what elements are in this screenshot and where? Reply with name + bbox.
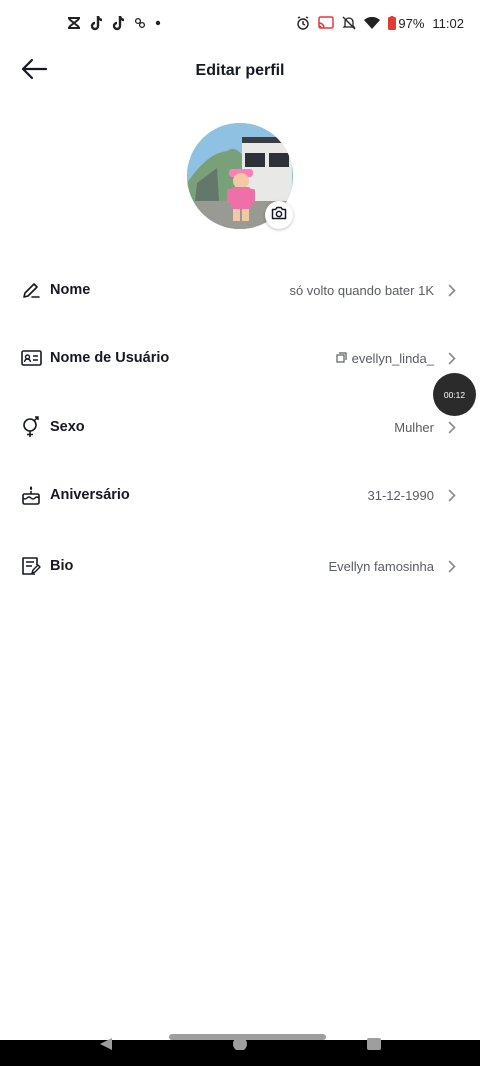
gender-icon <box>20 416 42 438</box>
cast-icon <box>318 16 335 30</box>
arrow-left-icon <box>20 58 48 85</box>
change-photo-button[interactable] <box>265 201 293 229</box>
field-label: Aniversário <box>50 487 130 503</box>
dot-icon <box>154 19 162 27</box>
back-button[interactable] <box>14 54 54 88</box>
field-label: Sexo <box>50 419 85 435</box>
field-row-name[interactable]: Nome só volto quando bater 1K <box>0 262 480 318</box>
chevron-right-icon <box>448 283 458 297</box>
status-bar: 97% 11:02 <box>0 0 480 46</box>
camera-icon <box>271 206 287 225</box>
status-time: 11:02 <box>432 15 464 31</box>
battery-icon: 97% <box>388 16 424 31</box>
field-value: 31-12-1990 <box>367 487 435 503</box>
field-value: evellyn_linda_ <box>351 350 434 366</box>
nav-home-icon[interactable] <box>232 1036 248 1055</box>
recording-timer-bubble[interactable]: 00:12 <box>433 373 476 416</box>
tiktok-icon <box>112 15 126 31</box>
copy-icon[interactable] <box>335 351 347 366</box>
field-label: Nome de Usuário <box>50 350 170 366</box>
field-label: Nome <box>50 282 91 298</box>
threads-icon <box>134 17 146 29</box>
mute-icon <box>342 16 356 30</box>
wifi-icon <box>364 16 381 30</box>
header: Editar perfil <box>0 46 480 96</box>
chevron-right-icon <box>448 559 458 573</box>
chevron-right-icon <box>448 351 458 365</box>
field-value: Evellyn famosinha <box>328 558 435 574</box>
id-card-icon <box>20 347 42 369</box>
field-value: Mulher <box>394 419 434 435</box>
page-title: Editar perfil <box>195 62 285 79</box>
alarm-icon <box>296 16 310 30</box>
field-row-username[interactable]: Nome de Usuário evellyn_linda_ <box>0 330 480 386</box>
chevron-right-icon <box>448 420 458 434</box>
battery-percent: 97% <box>398 15 425 31</box>
chevron-right-icon <box>448 488 458 502</box>
tiktok-icon <box>90 15 104 31</box>
nav-back-icon[interactable] <box>98 1036 114 1055</box>
status-left <box>66 15 162 31</box>
field-row-gender[interactable]: Sexo Mulher <box>0 399 480 455</box>
field-value-wrap: evellyn_linda_ <box>335 350 434 366</box>
field-row-birthday[interactable]: Aniversário 31-12-1990 <box>0 467 480 523</box>
note-edit-icon <box>20 555 42 577</box>
field-value: só volto quando bater 1K <box>289 282 434 298</box>
field-row-bio[interactable]: Bio Evellyn famosinha <box>0 538 480 594</box>
status-right: 97% 11:02 <box>296 16 464 31</box>
nav-recents-icon[interactable] <box>366 1036 382 1055</box>
pencil-icon <box>20 279 42 301</box>
capcut-icon <box>66 16 82 30</box>
field-label: Bio <box>50 558 74 574</box>
cake-icon <box>20 484 42 506</box>
avatar-container[interactable] <box>187 123 293 229</box>
